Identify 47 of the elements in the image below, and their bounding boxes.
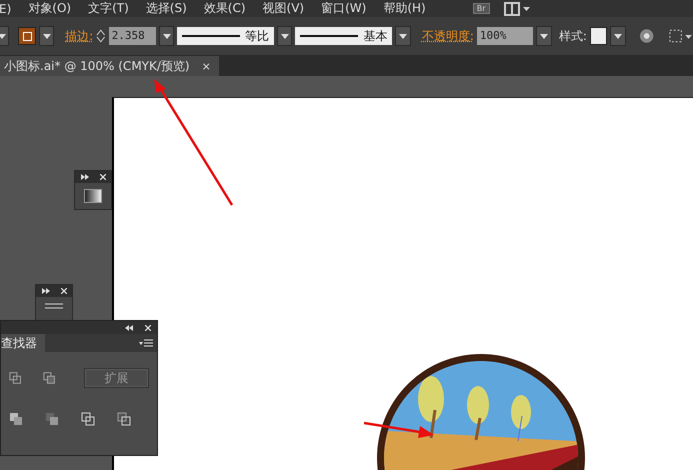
workspace-layout-icon[interactable]: [504, 2, 532, 16]
dropdown-caret-icon[interactable]: [38, 26, 54, 46]
divide-icon[interactable]: [9, 412, 23, 426]
stroke-color-swatch[interactable]: [18, 27, 36, 45]
gradient-icon[interactable]: [84, 189, 102, 203]
opacity-label[interactable]: 不透明度:: [422, 28, 474, 44]
dropdown-caret-icon[interactable]: [158, 26, 174, 46]
opacity-field[interactable]: 100%: [476, 27, 534, 45]
expand-panel-icon[interactable]: [125, 324, 133, 330]
close-icon[interactable]: [145, 324, 151, 330]
menu-item[interactable]: 效果(C): [204, 0, 259, 17]
minus-back-icon[interactable]: [117, 412, 131, 426]
menu-item[interactable]: 窗口(W): [321, 0, 380, 17]
variable-width-profile-dropdown[interactable]: 等比: [177, 27, 274, 45]
close-icon[interactable]: [100, 174, 106, 180]
annotation-arrow: [364, 420, 436, 440]
minus-front-icon[interactable]: [43, 371, 56, 385]
panel-tab[interactable]: 查找器: [1, 334, 45, 352]
recolor-artwork-icon[interactable]: [639, 28, 655, 44]
panel-menu-icon[interactable]: [139, 338, 153, 348]
menu-item[interactable]: 视图(V): [262, 0, 318, 17]
stroke-weight-field[interactable]: 2.358: [108, 27, 156, 45]
merge-icon[interactable]: [81, 412, 95, 426]
collapse-icon[interactable]: [42, 288, 50, 294]
style-label: 样式:: [558, 28, 587, 44]
stroke-lines-icon[interactable]: [45, 303, 63, 309]
menu-item[interactable]: 对象(O): [28, 0, 84, 17]
dropdown-caret-icon[interactable]: [610, 26, 626, 46]
trim-icon[interactable]: [45, 412, 59, 426]
close-tab-button[interactable]: ×: [202, 60, 211, 72]
graphic-style-swatch[interactable]: [590, 27, 608, 45]
close-icon[interactable]: [60, 288, 66, 294]
transform-icon[interactable]: [668, 28, 693, 44]
menu-item[interactable]: 文字(T): [88, 0, 142, 17]
spinner-arrows-icon[interactable]: [96, 28, 106, 44]
document-tab[interactable]: 小图标.ai* @ 100% (CMYK/预览) ×: [0, 56, 219, 76]
brush-definition-dropdown[interactable]: 基本: [295, 27, 392, 45]
menu-item[interactable]: 帮助(H): [383, 0, 439, 17]
bridge-button[interactable]: Br: [472, 3, 490, 14]
menu-item[interactable]: 选择(S): [146, 0, 200, 17]
menu-item[interactable]: E): [0, 2, 24, 16]
collapse-icon[interactable]: [80, 174, 88, 180]
stroke-label[interactable]: 描边:: [65, 28, 94, 44]
dropdown-caret-icon[interactable]: [277, 26, 292, 46]
dropdown-caret-icon[interactable]: [395, 26, 411, 46]
dropdown-caret-icon[interactable]: [536, 26, 552, 46]
unite-shapes-icon[interactable]: [9, 371, 22, 385]
